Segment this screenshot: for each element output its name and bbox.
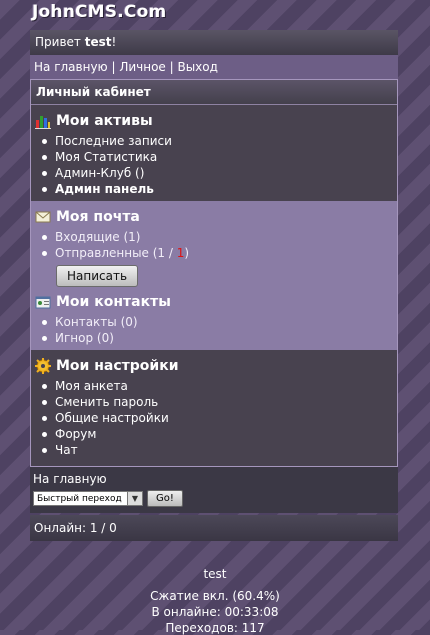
settings-item-change-password[interactable]: Сменить пароль — [42, 394, 397, 410]
chevron-down-icon[interactable]: ▼ — [127, 492, 142, 505]
mail-item-sent[interactable]: Отправленные (1 / 1) — [42, 245, 397, 261]
settings-header: Мои настройки — [31, 356, 397, 376]
mail-link-sent[interactable]: Отправленные (1 / — [55, 246, 177, 260]
settings-list: Моя анкета Сменить пароль Общие настройк… — [31, 378, 397, 458]
top-navigation: На главную | Личное | Выход — [30, 55, 398, 79]
settings-title: Мои настройки — [56, 358, 179, 374]
assets-item-my-stats[interactable]: Моя Статистика — [42, 149, 397, 165]
settings-link-change-password[interactable]: Сменить пароль — [55, 395, 158, 409]
settings-item-general[interactable]: Общие настройки — [42, 410, 397, 426]
nav-separator: | — [165, 60, 178, 74]
contacts-link-ignore[interactable]: Игнор (0) — [55, 331, 114, 345]
site-logo[interactable]: JohnCMS.Com — [32, 2, 166, 22]
assets-link-admin-panel[interactable]: Админ панель — [55, 182, 154, 196]
greeting-prefix: Привет — [35, 35, 85, 49]
assets-header: Мои активы — [31, 111, 397, 131]
assets-link-recent-posts[interactable]: Последние записи — [55, 134, 172, 148]
nav-logout-link[interactable]: Выход — [177, 60, 217, 74]
settings-item-profile[interactable]: Моя анкета — [42, 378, 397, 394]
mail-sent-close: ) — [184, 246, 190, 260]
settings-item-forum[interactable]: Форум — [42, 426, 397, 442]
mail-link-inbox[interactable]: Входящие (1) — [55, 230, 141, 244]
quick-jump-value: Быстрый переход — [37, 494, 122, 504]
gear-icon — [35, 358, 51, 374]
mail-header: Моя почта — [31, 207, 397, 227]
go-button[interactable]: Go! — [147, 490, 183, 507]
online-counter[interactable]: Онлайн: 1 / 0 — [30, 515, 398, 541]
footer-transitions: Переходов: 117 — [165, 621, 265, 635]
main-container: Привет test! На главную | Личное | Выход… — [30, 30, 398, 541]
contacts-list: Контакты (0) Игнор (0) — [31, 314, 397, 346]
contacts-item-contacts[interactable]: Контакты (0) — [42, 314, 397, 330]
cabinet-title: Личный кабинет — [31, 80, 397, 105]
contacts-header: Мои контакты — [31, 292, 397, 312]
contacts-item-ignore[interactable]: Игнор (0) — [42, 330, 397, 346]
assets-item-admin-club[interactable]: Админ-Клуб () — [42, 165, 397, 181]
greeting-username: test — [84, 35, 112, 49]
greeting-bar: Привет test! — [30, 30, 398, 55]
quick-home-link[interactable]: На главную — [33, 471, 398, 487]
contacts-link-contacts[interactable]: Контакты (0) — [55, 315, 138, 329]
assets-title: Мои активы — [56, 113, 153, 129]
mail-section: Моя почта Входящие (1) Отправленные (1 /… — [31, 201, 397, 350]
quick-nav: На главную Быстрый переход ▼ Go! — [30, 467, 398, 513]
nav-separator: | — [107, 60, 120, 74]
settings-link-general[interactable]: Общие настройки — [55, 411, 169, 425]
settings-section: Мои настройки Моя анкета Сменить пароль … — [31, 350, 397, 466]
quick-jump-select[interactable]: Быстрый переход ▼ — [33, 491, 143, 506]
cabinet-panel: Личный кабинет Мои активы Последние запи… — [30, 79, 398, 467]
contacts-card-icon — [35, 294, 51, 310]
envelope-icon — [35, 209, 51, 225]
mail-title: Моя почта — [56, 209, 140, 225]
settings-item-chat[interactable]: Чат — [42, 442, 397, 458]
quick-jump-row: Быстрый переход ▼ Go! — [33, 490, 398, 507]
nav-personal-link[interactable]: Личное — [119, 60, 165, 74]
write-message-button[interactable]: Написать — [56, 265, 139, 287]
assets-link-my-stats[interactable]: Моя Статистика — [55, 150, 157, 164]
assets-section: Мои активы Последние записи Моя Статисти… — [31, 105, 397, 201]
assets-item-admin-panel[interactable]: Админ панель — [42, 181, 397, 197]
contacts-title: Мои контакты — [56, 294, 171, 310]
mail-list: Входящие (1) Отправленные (1 / 1) — [31, 229, 397, 261]
footer-username: test — [203, 567, 227, 581]
assets-list: Последние записи Моя Статистика Админ-Кл… — [31, 133, 397, 197]
assets-item-recent-posts[interactable]: Последние записи — [42, 133, 397, 149]
footer-compression: Сжатие вкл. (60.4%) — [150, 589, 280, 603]
greeting-suffix: ! — [111, 35, 117, 49]
nav-home-link[interactable]: На главную — [34, 60, 108, 74]
settings-link-profile[interactable]: Моя анкета — [55, 379, 128, 393]
bar-chart-icon — [35, 113, 51, 129]
admin-club-close: ) — [139, 166, 145, 180]
mail-item-inbox[interactable]: Входящие (1) — [42, 229, 397, 245]
footer-online-time: В онлайне: 00:33:08 — [151, 605, 279, 619]
settings-link-chat[interactable]: Чат — [55, 443, 78, 457]
assets-link-admin-club[interactable]: Админ-Клуб ( — [55, 166, 140, 180]
settings-link-forum[interactable]: Форум — [55, 427, 96, 441]
